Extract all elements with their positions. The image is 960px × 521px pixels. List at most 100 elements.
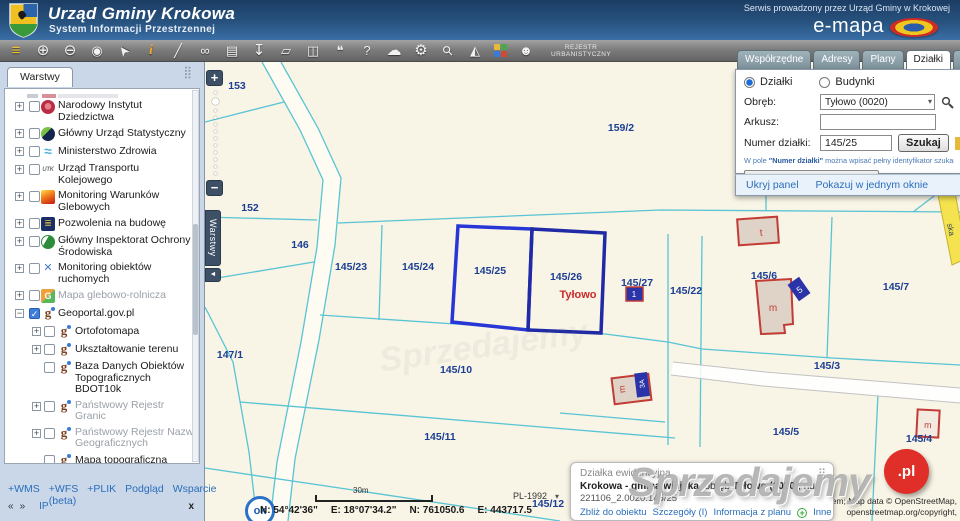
panels-icon[interactable]: ◫ [305, 41, 321, 61]
expander-icon[interactable] [15, 264, 24, 273]
checkbox[interactable] [29, 263, 40, 274]
parcel-number-input[interactable] [820, 135, 892, 151]
radio-dzialki[interactable] [744, 76, 755, 88]
arkusz-input[interactable] [820, 114, 936, 130]
layer-row[interactable]: Mapa topograficzna [5, 452, 199, 463]
search-obreb-icon[interactable] [941, 96, 954, 109]
terrain-icon[interactable]: ◭ [467, 41, 483, 61]
building-t[interactable]: t [736, 215, 780, 247]
checkbox[interactable] [44, 326, 55, 337]
details-link[interactable]: Szczegóły (I) [653, 507, 708, 518]
layer-row[interactable]: Ministerstwo Zdrowia [5, 143, 199, 161]
expander-icon[interactable] [32, 345, 41, 354]
checkbox[interactable] [44, 427, 55, 439]
gear-icon[interactable]: ⚙ [413, 41, 429, 61]
checkbox[interactable] [29, 146, 40, 157]
checkbox[interactable] [44, 400, 55, 412]
checkbox[interactable] [44, 344, 55, 355]
tab-adresy[interactable]: Adresy [813, 50, 861, 69]
zoom-out-button[interactable]: − [206, 180, 223, 196]
legend-flags-icon[interactable] [954, 136, 960, 150]
expander-icon[interactable] [15, 147, 24, 156]
pointer-icon[interactable]: ➤ [111, 38, 137, 63]
expander-icon[interactable] [15, 102, 24, 111]
help-icon[interactable]: ? [359, 41, 375, 61]
checkbox[interactable] [29, 218, 40, 229]
building-m-145-6[interactable]: m [754, 277, 795, 336]
expander-icon[interactable] [15, 165, 24, 174]
map-layers-tab[interactable]: Warstwy [205, 210, 221, 266]
expander-icon[interactable] [15, 291, 24, 300]
zoom-out-icon[interactable]: ⊖ [62, 41, 78, 61]
search-icon[interactable]: ⚲ [435, 38, 460, 63]
ip-link[interactable]: IP [39, 501, 48, 512]
checkbox[interactable] [29, 308, 40, 319]
scrollbar-thumb[interactable] [193, 224, 198, 336]
register-urbanistyczny-link[interactable]: REJESTR URBANISTYCZNY [551, 44, 611, 58]
checkbox[interactable] [29, 101, 40, 112]
download-icon[interactable]: ↧ [251, 41, 267, 61]
transform-icon[interactable]: ▱ [278, 41, 294, 61]
layer-row[interactable]: Główny Urząd Statystyczny [5, 125, 199, 143]
link-icon[interactable]: ∞ [197, 41, 213, 61]
expander-icon[interactable] [15, 237, 24, 246]
layer-row[interactable]: Narodowy Instytut Dziedzictwa [5, 98, 199, 125]
print-icon[interactable]: ▤ [224, 41, 240, 61]
single-window-link[interactable]: Pokazuj w jednym oknie [815, 179, 928, 191]
layer-row[interactable]: Mapa glebowo-rolnicza [5, 287, 199, 305]
crs-selector[interactable]: PL-1992 ▾ [513, 491, 559, 501]
building-3a[interactable]: m 3A [610, 372, 653, 406]
select-area-icon[interactable]: ◉ [89, 41, 105, 61]
layer-row[interactable]: Główny Inspektorat Ochrony Środowiska [5, 233, 199, 260]
checkbox[interactable] [44, 454, 55, 463]
checkbox[interactable] [29, 164, 40, 175]
expander-icon[interactable] [32, 401, 41, 411]
layer-row[interactable]: Państwowy Rejestr Granic [5, 398, 199, 425]
tab-plany[interactable]: Plany [862, 50, 904, 69]
info-icon[interactable]: i [143, 41, 159, 61]
checkbox[interactable] [29, 128, 40, 139]
layer-row[interactable]: Baza Danych Obiektów Topograficznych BDO… [5, 359, 199, 398]
layer-row[interactable]: Ortofotomapa [5, 323, 199, 341]
obreb-select[interactable]: Tyłowo (0020) ▾ [820, 94, 935, 110]
zoom-in-button[interactable]: + [206, 70, 223, 86]
expander-icon[interactable] [32, 428, 41, 438]
layer-row[interactable]: Geoportal.gov.pl [5, 305, 199, 323]
layer-row[interactable]: Ukształtowanie terenu [5, 341, 199, 359]
zoom-to-object-link[interactable]: Zbliż do obiektu [580, 507, 647, 518]
layer-row[interactable]: Monitoring obiektów ruchomych [5, 260, 199, 287]
measure-icon[interactable]: ╱ [170, 41, 186, 61]
expander-icon[interactable] [15, 129, 24, 138]
tab-warstwy[interactable]: Warstwy [7, 67, 73, 87]
tab-dzialki[interactable]: Działki [905, 50, 951, 69]
pager-next-button[interactable]: » [20, 501, 26, 512]
pager-prev-button[interactable]: « [8, 501, 14, 512]
feedback-icon[interactable]: ☻ [518, 41, 534, 61]
drag-handle-icon[interactable]: ⣿ [183, 65, 192, 79]
cloud-icon[interactable]: ☁ [386, 41, 402, 61]
tab-wspolrzedne[interactable]: Współrzędne [737, 50, 812, 69]
radio-budynki[interactable] [819, 76, 831, 88]
drag-handle-icon[interactable]: ⣿ [818, 467, 826, 480]
checkbox[interactable] [29, 290, 40, 301]
layer-row[interactable]: Monitoring Warunków Glebowych [5, 188, 199, 215]
zoom-in-icon[interactable]: ⊕ [35, 41, 51, 61]
more-link[interactable]: Inne [813, 507, 832, 518]
zoom-slider[interactable] [206, 86, 224, 180]
expander-icon[interactable] [15, 309, 24, 318]
checkbox[interactable] [29, 191, 40, 202]
checkbox[interactable] [44, 362, 55, 373]
legend-icon[interactable] [494, 44, 507, 57]
collapse-panel-button[interactable]: ◄ [205, 268, 221, 282]
layer-row[interactable]: Państwowy Rejestr Nazw Geograficznych [5, 425, 199, 452]
add-icon[interactable]: + [797, 507, 808, 518]
close-icon[interactable]: x [188, 501, 194, 512]
layers-icon[interactable]: ≡ [8, 41, 24, 61]
plan-info-link[interactable]: Informacja z planu [713, 507, 791, 518]
expander-icon[interactable] [15, 192, 24, 201]
hide-panel-link[interactable]: Ukryj panel [746, 179, 799, 191]
layer-row[interactable]: Urząd Transportu Kolejowego [5, 161, 199, 188]
scrollbar[interactable] [192, 90, 199, 462]
selected-parcel-145-25[interactable] [450, 224, 534, 332]
szukaj-button[interactable]: Szukaj [898, 134, 949, 152]
